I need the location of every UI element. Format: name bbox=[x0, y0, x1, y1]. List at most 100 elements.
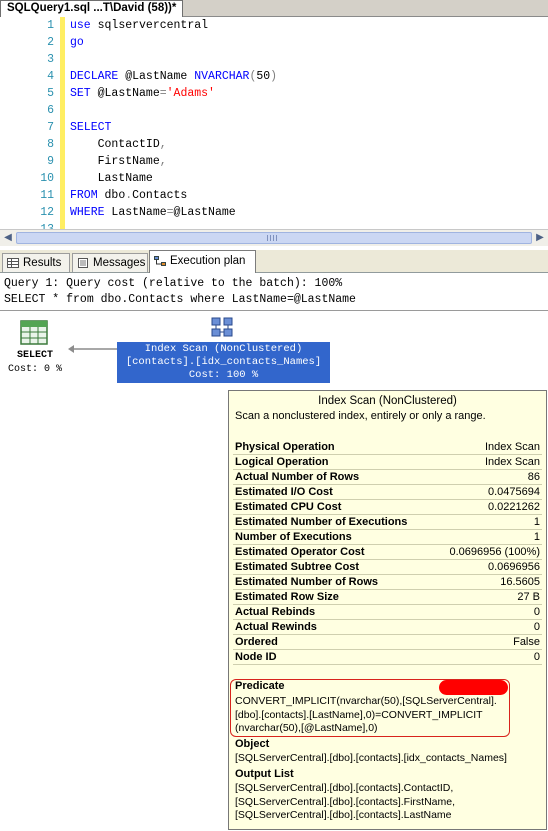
property-value: 0 bbox=[533, 606, 540, 618]
code-token: = bbox=[166, 206, 174, 219]
object-title: Object bbox=[235, 738, 270, 750]
property-label: Actual Rewinds bbox=[235, 621, 317, 633]
code-token: ContactID bbox=[70, 138, 160, 151]
select-operator-name: SELECT bbox=[16, 350, 53, 361]
code-line[interactable]: LastName bbox=[70, 170, 153, 187]
code-token: use bbox=[70, 19, 91, 32]
property-row: Estimated Number of Rows 16.5605 bbox=[235, 575, 540, 590]
property-row: Node ID 0 bbox=[235, 650, 540, 665]
line-number: 8 bbox=[47, 138, 54, 151]
property-row: Estimated Row Size 27 B bbox=[235, 590, 540, 605]
document-tab[interactable]: SQLQuery1.sql ...T\David (58))* bbox=[0, 0, 184, 17]
code-token: dbo bbox=[97, 189, 126, 202]
scrollbar-grip-icon bbox=[267, 235, 277, 241]
editor-horizontal-scrollbar[interactable]: ◀ ▶ bbox=[0, 229, 548, 246]
plan-separator bbox=[0, 310, 548, 311]
scroll-right-icon[interactable]: ▶ bbox=[533, 230, 547, 245]
code-line[interactable]: DECLARE @LastName NVARCHAR(50) bbox=[70, 68, 277, 85]
line-number: 4 bbox=[47, 70, 54, 83]
tooltip-description: Scan a nonclustered index, entirely or o… bbox=[235, 410, 486, 422]
code-line[interactable]: ContactID, bbox=[70, 136, 167, 153]
line-number: 13 bbox=[0, 221, 54, 229]
property-value: 16.5605 bbox=[500, 576, 540, 588]
table-grid-icon[interactable] bbox=[20, 320, 48, 346]
output-list-line: [SQLServerCentral].[dbo].[contacts].Last… bbox=[235, 809, 452, 821]
code-token: , bbox=[159, 155, 167, 168]
predicate-line: (nvarchar(50),[@LastName],0) bbox=[235, 722, 378, 734]
code-line[interactable]: FirstName, bbox=[70, 153, 167, 170]
property-value: 0 bbox=[533, 621, 540, 633]
property-row: Estimated CPU Cost 0.0221262 bbox=[235, 500, 540, 515]
index-scan-operator[interactable]: Index Scan (NonClustered) [contacts].[id… bbox=[117, 342, 330, 383]
output-list-title: Output List bbox=[235, 768, 294, 780]
code-line[interactable]: WHERE LastName=@LastName bbox=[70, 204, 236, 221]
code-token: sqlservercentral bbox=[90, 19, 209, 32]
property-label: Physical Operation bbox=[235, 441, 335, 453]
code-token: @LastName bbox=[173, 206, 236, 219]
select-operator-cost: Cost: 0 % bbox=[7, 364, 62, 375]
property-row: Actual Number of Rows 86 bbox=[235, 470, 540, 485]
code-line[interactable]: SELECT bbox=[70, 119, 111, 136]
code-token: Contacts bbox=[132, 189, 188, 202]
property-row: Ordered False bbox=[235, 635, 540, 650]
property-value: 1 bbox=[533, 516, 540, 528]
property-label: Estimated CPU Cost bbox=[235, 501, 342, 513]
code-token: FROM bbox=[70, 189, 98, 202]
property-value: Index Scan bbox=[484, 456, 540, 468]
code-line[interactable]: FROM dbo.Contacts bbox=[70, 187, 187, 204]
predicate-text: CONVERT_IMPLICIT(nvarchar(50),[SQLServer… bbox=[235, 695, 535, 736]
index-scan-cost: Cost: 100 % bbox=[188, 369, 259, 381]
property-label: Number of Executions bbox=[235, 531, 352, 543]
code-token: NVARCHAR bbox=[194, 70, 250, 83]
code-line[interactable]: go bbox=[70, 34, 84, 51]
property-value: 0.0475694 bbox=[488, 486, 540, 498]
document-tab-bar: SQLQuery1.sql ...T\David (58))* bbox=[0, 0, 548, 17]
predicate-line: CONVERT_IMPLICIT(nvarchar(50),[SQLServer… bbox=[235, 695, 497, 707]
property-value: 1 bbox=[533, 531, 540, 543]
index-scan-icon[interactable] bbox=[210, 314, 236, 340]
tab-results[interactable]: Results bbox=[2, 253, 70, 272]
scrollbar-thumb[interactable] bbox=[16, 232, 532, 244]
query-text-line: SELECT * from dbo.Contacts where LastNam… bbox=[4, 293, 356, 306]
code-token: 50 bbox=[256, 70, 271, 83]
property-value: False bbox=[513, 636, 540, 648]
predicate-line: [dbo].[contacts].[LastName],0)=CONVERT_I… bbox=[235, 708, 483, 721]
property-row: Actual Rebinds 0 bbox=[235, 605, 540, 620]
tab-execution-plan-label: Execution plan bbox=[170, 255, 246, 267]
tab-results-label: Results bbox=[23, 257, 62, 269]
property-row: Number of Executions 1 bbox=[235, 530, 540, 545]
property-label: Estimated Row Size bbox=[235, 591, 339, 603]
query-cost-line: Query 1: Query cost (relative to the bat… bbox=[4, 277, 343, 290]
property-label: Estimated Operator Cost bbox=[235, 546, 365, 558]
code-token: DECLARE bbox=[70, 70, 119, 83]
property-value: 86 bbox=[527, 471, 540, 483]
code-token: = bbox=[159, 87, 167, 100]
line-number: 10 bbox=[40, 172, 54, 185]
code-token: go bbox=[70, 36, 84, 49]
property-value: 0.0696956 (100%) bbox=[449, 546, 540, 558]
code-token: FirstName bbox=[70, 155, 160, 168]
property-value: 0.0221262 bbox=[488, 501, 540, 513]
line-number: 2 bbox=[47, 36, 54, 49]
line-number: 5 bbox=[47, 87, 54, 100]
property-value: 0 bbox=[533, 651, 540, 663]
line-number: 12 bbox=[40, 206, 54, 219]
code-line[interactable]: use sqlservercentral bbox=[70, 17, 208, 34]
code-token: SELECT bbox=[70, 121, 112, 134]
index-scan-object: [contacts].[idx_contacts_Names] bbox=[125, 356, 322, 368]
redaction-mark bbox=[439, 680, 508, 695]
result-tabs: Results Messages Execution plan bbox=[0, 250, 548, 273]
tab-execution-plan[interactable]: Execution plan bbox=[149, 250, 256, 273]
query-editor[interactable]: 12345678910111213 use sqlservercentralgo… bbox=[0, 17, 548, 229]
property-row: Estimated Number of Executions 1 bbox=[235, 515, 540, 530]
index-scan-name: Index Scan (NonClustered) bbox=[144, 343, 303, 355]
scroll-left-icon[interactable]: ◀ bbox=[1, 230, 15, 245]
line-number: 6 bbox=[47, 104, 54, 117]
line-number: 9 bbox=[47, 155, 54, 168]
change-tracking-bar bbox=[60, 17, 65, 229]
tab-messages[interactable]: Messages bbox=[72, 253, 148, 272]
code-line[interactable]: SET @LastName='Adams' bbox=[70, 85, 215, 102]
property-row: Estimated I/O Cost 0.0475694 bbox=[235, 485, 540, 500]
property-label: Actual Rebinds bbox=[235, 606, 316, 618]
grid-icon bbox=[7, 258, 19, 268]
